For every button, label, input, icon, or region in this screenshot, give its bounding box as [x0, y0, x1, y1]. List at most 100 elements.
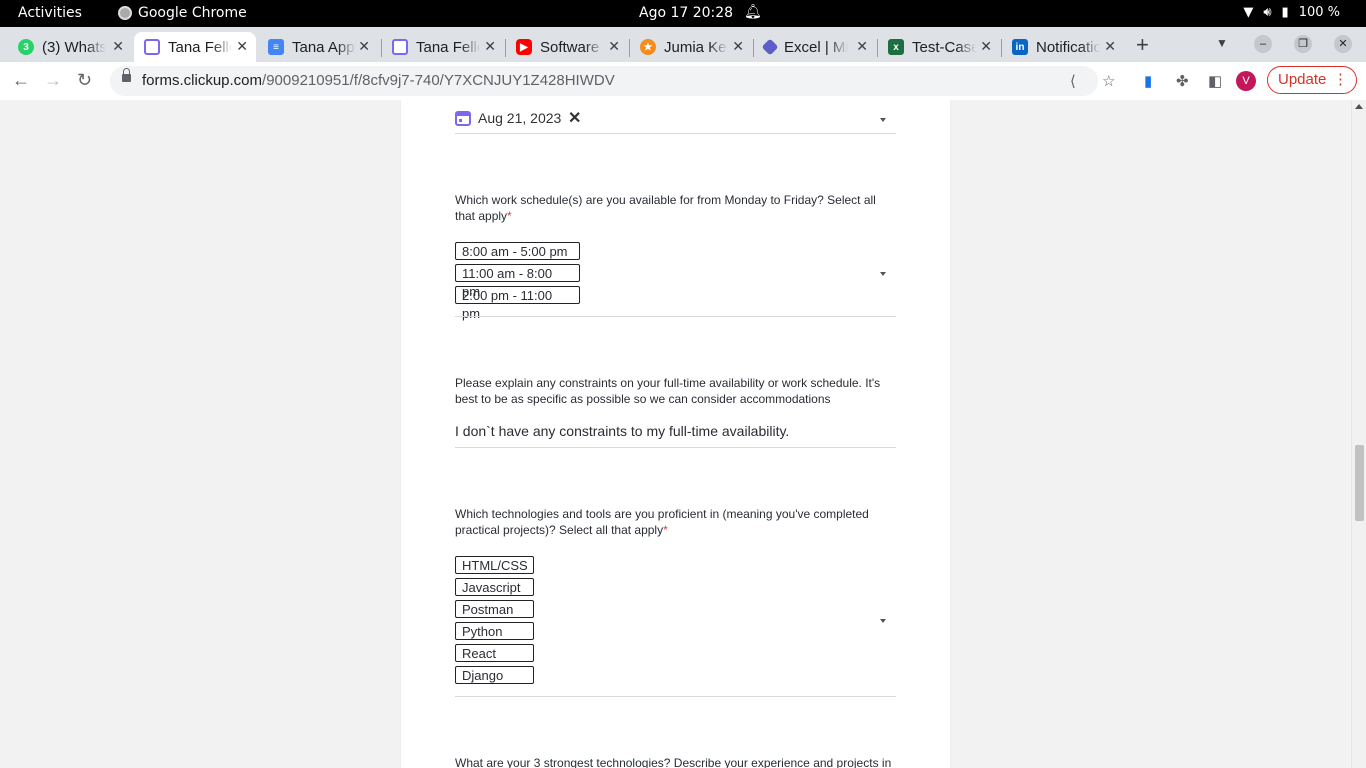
tab-whatsapp[interactable]: 3 (3) WhatsApp ✕ [8, 32, 132, 62]
tab-label: (3) WhatsApp [42, 38, 106, 56]
tech-chip[interactable]: Python [455, 622, 534, 640]
strongest-tech-question-label: What are your 3 strongest technologies? … [455, 756, 892, 768]
close-icon[interactable]: ✕ [608, 38, 620, 55]
update-button[interactable]: Update ⋮ [1267, 66, 1357, 94]
close-icon[interactable]: ✕ [1104, 38, 1116, 55]
tech-chip[interactable]: Postman [455, 600, 534, 618]
schedule-selected-chips[interactable]: 8:00 am - 5:00 pm 11:00 am - 8:00 pm 2:0… [455, 242, 580, 321]
schedule-question-text: Which work schedule(s) are you available… [455, 193, 876, 223]
lock-icon [122, 68, 131, 82]
tech-question-text: Which technologies and tools are you pro… [455, 507, 869, 537]
schedule-chip[interactable]: 2:00 pm - 11:00 pm [455, 286, 580, 321]
bookmark-star-icon[interactable]: ☆ [1102, 72, 1115, 90]
chrome-icon [118, 6, 132, 20]
clock[interactable]: Ago 17 20:28 [639, 5, 733, 21]
page-scrollbar[interactable] [1351, 100, 1366, 768]
tab-label: Excel | Microsoft [784, 38, 848, 56]
reload-icon[interactable]: ↻ [77, 70, 92, 91]
url-path: /9009210951/f/8cfv9j7-740/Y7XCNJUY1Z428H… [262, 72, 615, 89]
linkedin-icon: in [1012, 39, 1028, 55]
volume-icon: 🔊︎ [1263, 5, 1272, 20]
extensions-puzzle-icon[interactable]: ✤ [1176, 72, 1189, 90]
tech-dropdown-caret-icon[interactable] [880, 619, 886, 623]
form-card: Aug 21, 2023 ✕ Which work schedule(s) ar… [401, 100, 950, 768]
page-viewport: Aug 21, 2023 ✕ Which work schedule(s) ar… [0, 100, 1351, 768]
clickup-icon [144, 39, 160, 55]
minimize-icon[interactable]: – [1254, 35, 1272, 53]
tab-tana-fellowship[interactable]: Tana Fellowship ✕ [382, 32, 504, 62]
app-menu[interactable]: Google Chrome [118, 5, 247, 21]
tab-search-chevron-icon[interactable]: ▼ [1216, 36, 1228, 50]
side-panel-icon[interactable]: ◧ [1208, 72, 1222, 90]
system-tray[interactable]: ▼ 🔊︎ ▮ 100 % [1243, 5, 1340, 20]
schedule-dropdown-caret-icon[interactable] [880, 272, 886, 276]
activities-button[interactable]: Activities [18, 5, 82, 21]
tab-linkedin[interactable]: in Notifications ✕ [1002, 32, 1124, 62]
tab-excel-microsoft[interactable]: Excel | Microsoft ✕ [754, 32, 876, 62]
date-field[interactable]: Aug 21, 2023 ✕ [455, 105, 896, 134]
tab-jumia[interactable]: ★ Jumia Kenya ✕ [630, 32, 752, 62]
tech-chip[interactable]: React [455, 644, 534, 662]
bing-icon [761, 38, 779, 56]
scroll-up-arrow-icon[interactable] [1355, 104, 1363, 109]
tab-label: Test-Cases [912, 38, 976, 56]
close-icon[interactable]: ✕ [358, 38, 370, 55]
tab-youtube[interactable]: ▶ Software ✕ [506, 32, 628, 62]
share-icon[interactable]: ⟨ [1070, 72, 1076, 90]
browser-toolbar: ← → ↻ forms.clickup.com/9009210951/f/8cf… [0, 62, 1366, 101]
google-docs-icon: ≡ [268, 39, 284, 55]
notification-bell-icon: 🔔︎ [744, 4, 762, 20]
close-icon[interactable]: ✕ [484, 38, 496, 55]
whatsapp-icon: 3 [18, 39, 34, 55]
tech-chip[interactable]: HTML/CSS [455, 556, 534, 574]
tech-chip[interactable]: Django [455, 666, 534, 684]
google-docs-extension-icon[interactable]: ▮ [1144, 72, 1152, 90]
required-marker: * [507, 209, 512, 223]
jumia-icon: ★ [640, 39, 656, 55]
wifi-icon: ▼ [1243, 5, 1254, 20]
date-value: Aug 21, 2023 [478, 110, 562, 126]
back-arrow-icon[interactable]: ← [12, 70, 30, 91]
tab-test-cases[interactable]: x Test-Cases ✕ [878, 32, 1000, 62]
schedule-question-label: Which work schedule(s) are you available… [455, 192, 896, 224]
tab-label: Tana Fellowship [416, 38, 480, 56]
clear-date-icon[interactable]: ✕ [568, 108, 581, 128]
tech-chip[interactable]: Javascript [455, 578, 534, 596]
profile-avatar[interactable]: V [1236, 71, 1256, 91]
close-icon[interactable]: ✕ [236, 38, 248, 55]
tech-selected-chips[interactable]: HTML/CSS Javascript Postman Python React… [455, 556, 534, 688]
more-menu-icon[interactable]: ⋮ [1333, 67, 1348, 93]
scrollbar-thumb[interactable] [1355, 445, 1364, 521]
dropdown-caret-icon[interactable] [880, 118, 886, 122]
constraints-question-label: Please explain any constraints on your f… [455, 376, 881, 406]
excel-icon: x [888, 39, 904, 55]
battery-icon: ▮ [1281, 5, 1289, 20]
tab-strip: 3 (3) WhatsApp ✕ Tana Fellowship ✕ ≡ Tan… [0, 27, 1366, 62]
tech-field-underline [455, 696, 896, 697]
schedule-chip[interactable]: 11:00 am - 8:00 pm [455, 264, 580, 299]
close-icon[interactable]: ✕ [732, 38, 744, 55]
system-top-bar: Activities Google Chrome Ago 17 20:28 🔔︎… [0, 0, 1366, 27]
tab-label: Notifications [1036, 38, 1100, 56]
close-window-icon[interactable]: ✕ [1334, 35, 1352, 53]
schedule-field-underline [455, 316, 896, 317]
required-marker: * [663, 523, 668, 537]
tab-tana-fellowship-active[interactable]: Tana Fellowship ✕ [134, 32, 256, 62]
schedule-chip[interactable]: 8:00 am - 5:00 pm [455, 242, 580, 260]
url-text[interactable]: forms.clickup.com/9009210951/f/8cfv9j7-7… [142, 72, 615, 89]
close-icon[interactable]: ✕ [856, 38, 868, 55]
tech-question-label: Which technologies and tools are you pro… [455, 506, 896, 538]
clickup-icon [392, 39, 408, 55]
new-tab-button[interactable]: + [1136, 32, 1149, 58]
battery-percent: 100 % [1298, 5, 1340, 20]
forward-arrow-icon[interactable]: → [44, 70, 62, 91]
tab-tana-application[interactable]: ≡ Tana Application ✕ [258, 32, 378, 62]
restore-icon[interactable]: ❐ [1294, 35, 1312, 53]
app-name: Google Chrome [138, 5, 247, 21]
close-icon[interactable]: ✕ [112, 38, 124, 55]
tab-label: Tana Application [292, 38, 356, 56]
constraints-field-underline [455, 447, 896, 448]
close-icon[interactable]: ✕ [980, 38, 992, 55]
constraints-answer-input[interactable]: I don`t have any constraints to my full-… [455, 423, 896, 439]
address-bar[interactable]: forms.clickup.com/9009210951/f/8cfv9j7-7… [110, 66, 1098, 96]
